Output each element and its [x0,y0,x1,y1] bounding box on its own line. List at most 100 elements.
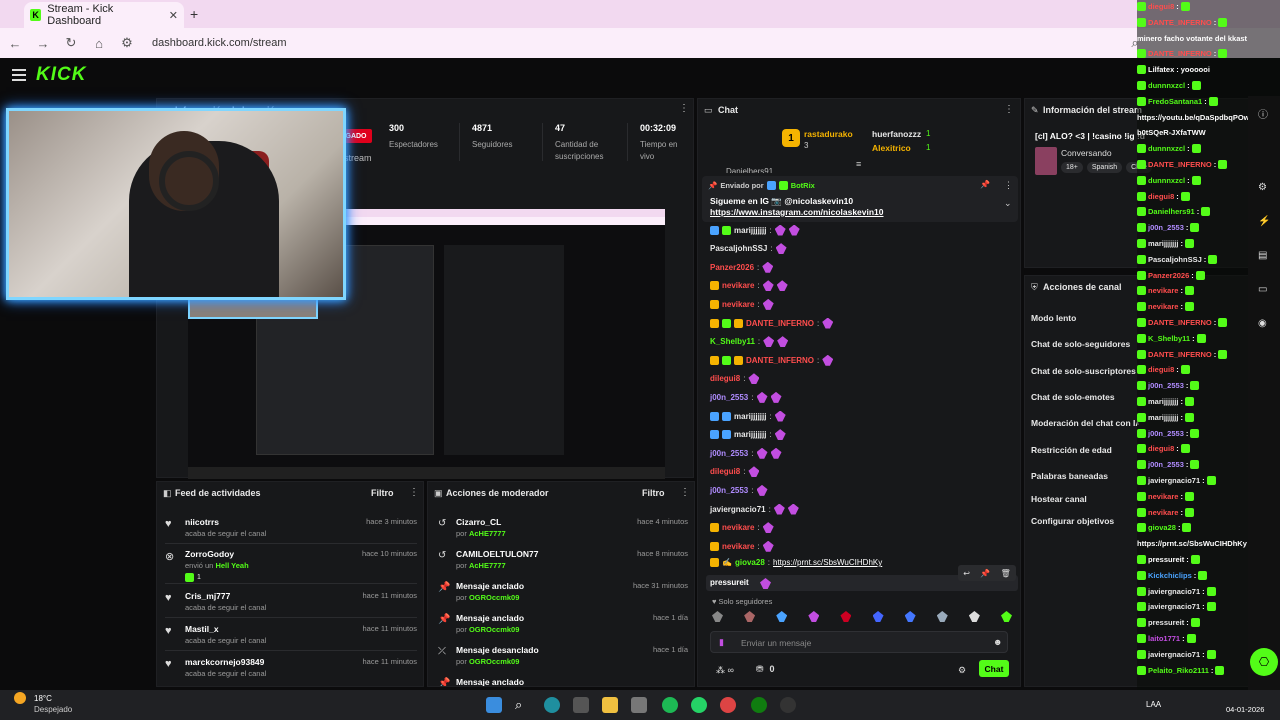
chat-username[interactable]: marijjjjjjj [734,226,766,235]
bolt-icon[interactable]: ⚡ [1258,216,1270,227]
gift-icon: ⊗ [165,551,175,563]
support-button[interactable]: ⎔ [1250,648,1278,676]
browser-tab[interactable]: K Stream - Kick Dashboard ✕ [24,2,184,28]
top-gifter-1[interactable]: rastadurako [804,129,853,139]
chat-username[interactable]: Panzer2026 [710,263,754,272]
obs-icon[interactable] [780,697,796,713]
reply-icon[interactable]: ↩ [963,569,970,578]
chat-username[interactable]: nevikare [722,300,754,309]
emote-icon [1191,144,1201,154]
chat-message: K_Shelby11: [710,335,789,349]
top-gifter-2[interactable]: huerfanozzz [872,129,921,139]
doc-icon[interactable]: ▤ [1258,250,1267,261]
chevron-down-icon[interactable]: ⌄ [1004,198,1012,209]
chat-message: dilegui8: [710,372,760,386]
user-badge-icon [1137,49,1146,59]
xbox-icon[interactable] [751,697,767,713]
top-gifter-3[interactable]: Alexitrico [872,143,911,153]
overlay-chat-line: DANTE_INFERNO: [1137,318,1228,327]
collapse-icon[interactable]: ≡ [856,159,861,169]
chat-username[interactable]: DANTE_INFERNO [746,319,814,328]
chat-username[interactable]: j00n_2553 [710,449,748,458]
chat-username[interactable]: PascaljohnSSJ [710,244,767,253]
chat-username[interactable]: nevikare [722,523,754,532]
action-emotes-only[interactable]: Chat de solo-emotes [1031,392,1115,402]
whatsapp-icon[interactable] [691,697,707,713]
chat-username[interactable]: DANTE_INFERNO [746,356,814,365]
pin-toggle-icon[interactable]: 📌 [980,180,990,189]
more-icon[interactable]: ⋮ [1004,104,1014,115]
chat-username[interactable]: dilegui8 [710,374,740,383]
heart-icon: ♥ [165,518,172,530]
user-badge-icon [1137,634,1146,643]
url-input[interactable]: dashboard.kick.com/stream [152,37,287,49]
more-icon[interactable]: ⋮ [679,103,689,114]
site-info-icon[interactable]: ⚙ [120,35,134,51]
more-icon[interactable]: ⋮ [409,487,419,498]
forward-icon[interactable]: → [36,36,50,51]
action-age-restriction[interactable]: Restricción de edad [1031,445,1112,455]
folder-icon[interactable] [602,697,618,713]
gear-icon[interactable]: ⚙ [958,665,966,676]
stream-headline: [cl] ALO? <3 | !casino !ig !ds !voces !m… [1035,131,1145,141]
pinned-link[interactable]: https://www.instagram.com/nicolaskevin10 [710,207,884,217]
kick-logo[interactable]: KICK [36,64,86,86]
feed-filter-button[interactable]: Filtro [371,488,394,498]
emoji-icon[interactable]: ☻ [993,637,1002,647]
start-icon[interactable] [486,697,502,713]
emote-picker-icon[interactable]: ▮ [719,637,724,648]
mod-filter-button[interactable]: Filtro [642,488,665,498]
action-goals[interactable]: Configurar objetivos [1031,516,1114,526]
home-icon[interactable]: ⌂ [92,36,106,51]
menu-icon[interactable] [12,69,26,81]
app-icon[interactable] [631,697,647,713]
action-host-channel[interactable]: Hostear canal [1031,494,1087,504]
overlay-username: nevikare [1148,491,1179,501]
chat-username[interactable]: j00n_2553 [710,393,748,402]
pinned-text: Siguеme en IG 📷 @nicolaskevin10 [710,196,854,206]
weather-temp[interactable]: 18°C [34,694,52,703]
reload-icon[interactable]: ↻ [64,35,78,51]
search-icon[interactable]: ⌕ [515,697,531,713]
emote-icon [774,429,786,441]
broadcast-icon[interactable]: ◉ [1258,318,1267,329]
chat-username[interactable]: K_Shelby11 [710,337,755,346]
chat-username[interactable]: j00n_2553 [710,486,748,495]
emote-icon [1206,476,1216,485]
info-icon[interactable]: ⓘ [1258,106,1268,121]
overlay-username: DANTE_INFERNO [1148,318,1212,327]
back-icon[interactable]: ← [8,36,22,51]
chat-input[interactable]: ▮ Enviar un mensaje ☻ [710,631,1008,653]
chat-settings-icon[interactable]: ⁂ ∞ [716,665,734,676]
new-tab-icon[interactable]: + [190,6,198,22]
chat-icon[interactable]: ▭ [1258,284,1267,295]
chat-username[interactable]: marijjjjjjj [734,430,766,439]
action-ai-moderation[interactable]: Moderación del chat con IA [1031,418,1139,428]
action-subs-only[interactable]: Chat de solo-suscriptores [1031,366,1136,376]
more-icon[interactable]: ⋮ [1004,180,1013,191]
gear-icon[interactable]: ⚙ [1258,182,1267,193]
more-icon[interactable]: ⋮ [680,487,690,498]
action-followers-only[interactable]: Chat de solo-seguidores [1031,339,1130,349]
feed-icon: ◧ [163,488,172,498]
send-chat-button[interactable]: Chat [979,660,1009,677]
store-icon[interactable] [573,697,589,713]
chat-username[interactable]: nevikare [722,281,754,290]
chat-username[interactable]: dilegui8 [710,467,740,476]
chat-username[interactable]: javiergnacio71 [710,505,766,514]
emote-icon [1180,191,1190,201]
delete-icon[interactable]: 🗑 [1001,569,1011,578]
edge-icon[interactable] [544,697,560,713]
spotify-icon[interactable] [662,697,678,713]
chrome-icon[interactable] [720,697,736,713]
action-slow-mode[interactable]: Modo lento [1031,313,1076,323]
language-indicator[interactable]: LAA [1146,700,1161,709]
close-tab-icon[interactable]: ✕ [169,9,178,22]
user-badge-icon [734,318,743,328]
user-badge-icon [710,318,719,328]
action-banned-words[interactable]: Palabras baneadas [1031,471,1108,481]
chat-username[interactable]: nevikare [722,542,754,551]
chat-username[interactable]: marijjjjjjj [734,412,766,421]
emote-icon [787,503,799,515]
pin-icon[interactable]: 📌 [980,569,990,578]
